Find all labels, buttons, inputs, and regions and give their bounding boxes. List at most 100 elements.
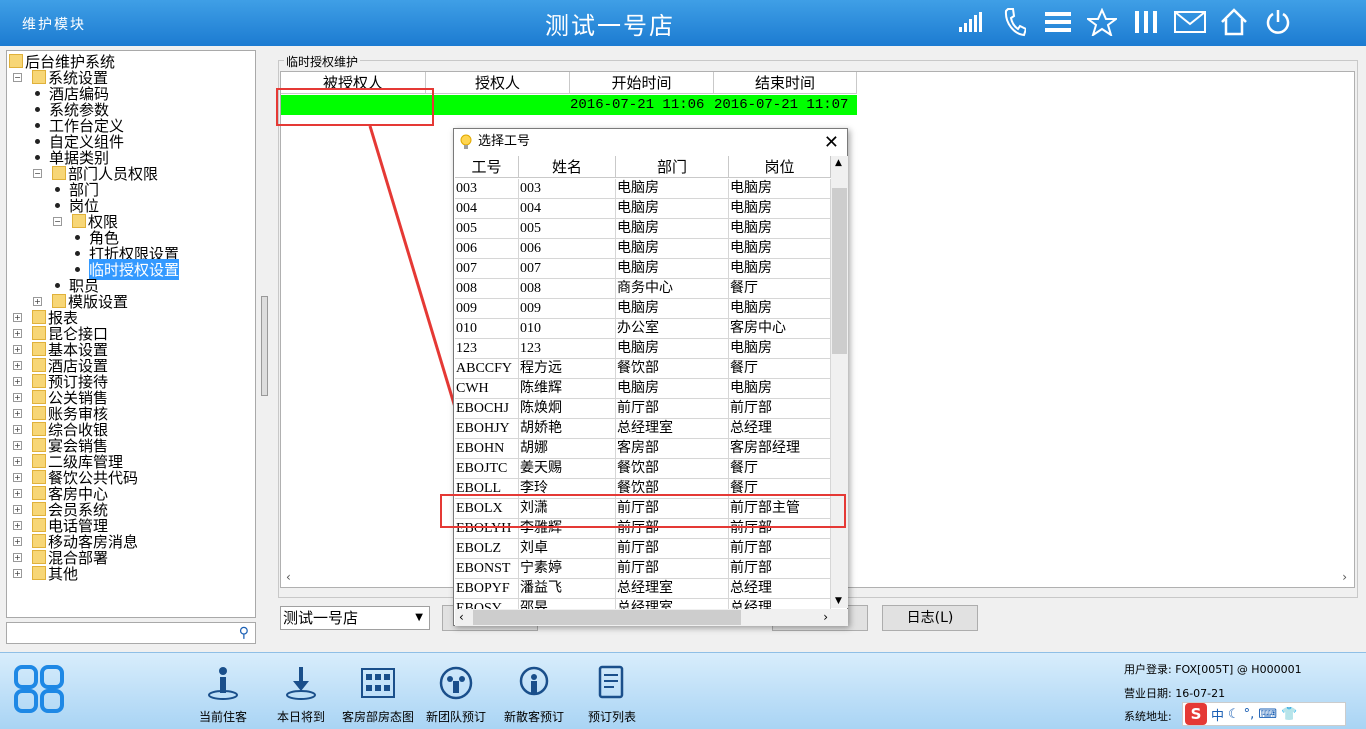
table-cell[interactable]: EBOHJY: [455, 419, 519, 439]
scroll-thumb[interactable]: [473, 610, 741, 625]
table-cell[interactable]: 胡娇艳: [519, 419, 616, 439]
table-cell[interactable]: 前厅部: [616, 539, 729, 559]
dialog-horizontal-scrollbar[interactable]: ‹ ›: [455, 609, 848, 626]
table-cell[interactable]: EBONST: [455, 559, 519, 579]
table-row[interactable]: 006 006 电脑房 电脑房: [455, 239, 831, 259]
table-row[interactable]: 005 005 电脑房 电脑房: [455, 219, 831, 239]
table-cell[interactable]: 前厅部: [616, 559, 729, 579]
table-row[interactable]: CWH 陈维辉 电脑房 电脑房: [455, 379, 831, 399]
table-cell[interactable]: 商务中心: [616, 279, 729, 299]
table-cell[interactable]: 胡娜: [519, 439, 616, 459]
table-cell[interactable]: 006: [455, 239, 519, 259]
table-cell[interactable]: 总经理室: [616, 419, 729, 439]
table-cell[interactable]: 007: [519, 259, 616, 279]
table-row[interactable]: EBONST 宁素婷 前厅部 前厅部: [455, 559, 831, 579]
col-header-name[interactable]: 姓名: [519, 156, 616, 178]
table-cell[interactable]: 电脑房: [616, 379, 729, 399]
col-header-id[interactable]: 工号: [455, 156, 519, 178]
table-row[interactable]: 004 004 电脑房 电脑房: [455, 199, 831, 219]
ime-chinese-icon[interactable]: 中: [1211, 705, 1224, 724]
new-group-booking-button[interactable]: 新团队预订: [411, 665, 501, 725]
table-cell[interactable]: 电脑房: [616, 199, 729, 219]
table-row[interactable]: EBOPYF 潘益飞 总经理室 总经理: [455, 579, 831, 599]
table-row[interactable]: EBOHJY 胡娇艳 总经理室 总经理: [455, 419, 831, 439]
moon-icon[interactable]: ☾: [1228, 707, 1240, 722]
table-cell[interactable]: 005: [519, 219, 616, 239]
table-cell[interactable]: 008: [455, 279, 519, 299]
table-cell[interactable]: 总经理: [729, 579, 831, 599]
table-cell[interactable]: 餐厅: [729, 359, 831, 379]
table-cell[interactable]: 办公室: [616, 319, 729, 339]
room-status-button[interactable]: 客房部房态图: [333, 665, 423, 725]
table-row[interactable]: 123 123 电脑房 电脑房: [455, 339, 831, 359]
table-cell[interactable]: 陈维辉: [519, 379, 616, 399]
table-cell[interactable]: 客房部: [616, 439, 729, 459]
scroll-up-icon[interactable]: ▲: [835, 158, 842, 168]
table-cell[interactable]: 潘益飞: [519, 579, 616, 599]
booking-list-button[interactable]: 预订列表: [567, 665, 657, 725]
table-cell[interactable]: EBOHN: [455, 439, 519, 459]
dialog-vertical-scrollbar[interactable]: ▲ ▼: [831, 156, 848, 608]
table-row[interactable]: 008 008 商务中心 餐厅: [455, 279, 831, 299]
scroll-thumb[interactable]: [832, 188, 847, 354]
table-cell[interactable]: 123: [455, 339, 519, 359]
table-row[interactable]: ABCCFY 程方远 餐饮部 餐厅: [455, 359, 831, 379]
table-cell[interactable]: 003: [519, 179, 616, 199]
new-walkin-booking-button[interactable]: 新散客预订: [489, 665, 579, 725]
sogou-icon[interactable]: S: [1185, 703, 1207, 725]
table-cell[interactable]: 电脑房: [616, 179, 729, 199]
table-cell[interactable]: 前厅部: [729, 559, 831, 579]
table-cell[interactable]: 006: [519, 239, 616, 259]
current-guests-button[interactable]: 当前住客: [178, 665, 268, 725]
table-cell[interactable]: 总经理: [729, 419, 831, 439]
table-cell[interactable]: 009: [519, 299, 616, 319]
table-cell[interactable]: 007: [455, 259, 519, 279]
table-cell[interactable]: 电脑房: [729, 179, 831, 199]
table-cell[interactable]: 客房部经理: [729, 439, 831, 459]
table-row[interactable]: EBOCHJ 陈焕炯 前厅部 前厅部: [455, 399, 831, 419]
table-cell[interactable]: 餐厅: [729, 459, 831, 479]
table-cell[interactable]: 餐饮部: [616, 459, 729, 479]
table-cell[interactable]: 004: [455, 199, 519, 219]
table-cell[interactable]: 前厅部: [729, 539, 831, 559]
table-cell[interactable]: 010: [519, 319, 616, 339]
table-cell[interactable]: EBOPYF: [455, 579, 519, 599]
table-row[interactable]: 010 010 办公室 客房中心: [455, 319, 831, 339]
table-row[interactable]: EBOJTC 姜天赐 餐饮部 餐厅: [455, 459, 831, 479]
table-cell[interactable]: 123: [519, 339, 616, 359]
table-cell[interactable]: 电脑房: [729, 299, 831, 319]
table-cell[interactable]: 电脑房: [616, 219, 729, 239]
col-header-department[interactable]: 部门: [616, 156, 729, 178]
table-cell[interactable]: 008: [519, 279, 616, 299]
table-cell[interactable]: 刘卓: [519, 539, 616, 559]
keyboard-icon[interactable]: ⌨: [1258, 707, 1277, 722]
table-cell[interactable]: 电脑房: [616, 239, 729, 259]
table-cell[interactable]: 电脑房: [616, 299, 729, 319]
table-cell[interactable]: CWH: [455, 379, 519, 399]
table-cell[interactable]: 005: [455, 219, 519, 239]
table-cell[interactable]: 餐厅: [729, 279, 831, 299]
table-cell[interactable]: 003: [455, 179, 519, 199]
scroll-down-icon[interactable]: ▼: [835, 596, 842, 606]
col-header-position[interactable]: 岗位: [729, 156, 831, 178]
close-icon[interactable]: ✕: [824, 132, 839, 153]
table-cell[interactable]: 总经理室: [616, 579, 729, 599]
table-row[interactable]: 003 003 电脑房 电脑房: [455, 179, 831, 199]
table-row[interactable]: EBOHN 胡娜 客房部 客房部经理: [455, 439, 831, 459]
table-cell[interactable]: EBOLZ: [455, 539, 519, 559]
table-cell[interactable]: 程方远: [519, 359, 616, 379]
table-cell[interactable]: 客房中心: [729, 319, 831, 339]
scroll-right-icon[interactable]: ›: [823, 610, 828, 624]
punctuation-icon[interactable]: °,: [1244, 707, 1255, 722]
table-cell[interactable]: EBOJTC: [455, 459, 519, 479]
ime-toolbar[interactable]: S 中 ☾ °, ⌨ 👕: [1182, 702, 1346, 726]
table-cell[interactable]: 宁素婷: [519, 559, 616, 579]
table-cell[interactable]: 010: [455, 319, 519, 339]
table-cell[interactable]: EBOCHJ: [455, 399, 519, 419]
table-cell[interactable]: 姜天赐: [519, 459, 616, 479]
table-cell[interactable]: 009: [455, 299, 519, 319]
app-logo[interactable]: [12, 661, 66, 715]
table-cell[interactable]: ABCCFY: [455, 359, 519, 379]
table-cell[interactable]: 陈焕炯: [519, 399, 616, 419]
table-cell[interactable]: 电脑房: [729, 379, 831, 399]
